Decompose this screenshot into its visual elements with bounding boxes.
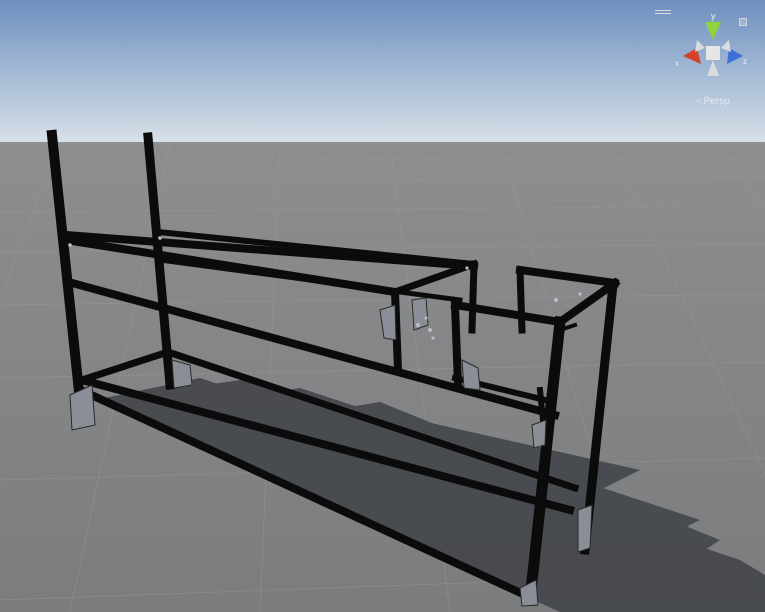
lock-icon[interactable] (739, 18, 747, 26)
chevron-left-icon: < (696, 96, 702, 106)
orientation-gizmo[interactable]: y x z < Persp (655, 8, 753, 116)
axis-y-label: y (711, 11, 716, 21)
y-axis-cone[interactable] (705, 22, 721, 40)
axis-x-label: x (675, 59, 679, 68)
projection-toggle[interactable]: < Persp (673, 96, 753, 107)
gizmo-center-cube[interactable] (706, 46, 720, 60)
neg-axis-cone[interactable] (721, 40, 731, 52)
neg-axis-cone[interactable] (707, 60, 719, 76)
hamburger-icon[interactable] (655, 8, 671, 16)
axis-z-label: z (743, 57, 747, 66)
scene-viewport[interactable]: y x z < Persp (0, 0, 765, 612)
sky (0, 0, 765, 143)
scene-view[interactable] (0, 0, 765, 612)
projection-label: Persp (703, 96, 730, 107)
neg-axis-cone[interactable] (695, 40, 705, 52)
